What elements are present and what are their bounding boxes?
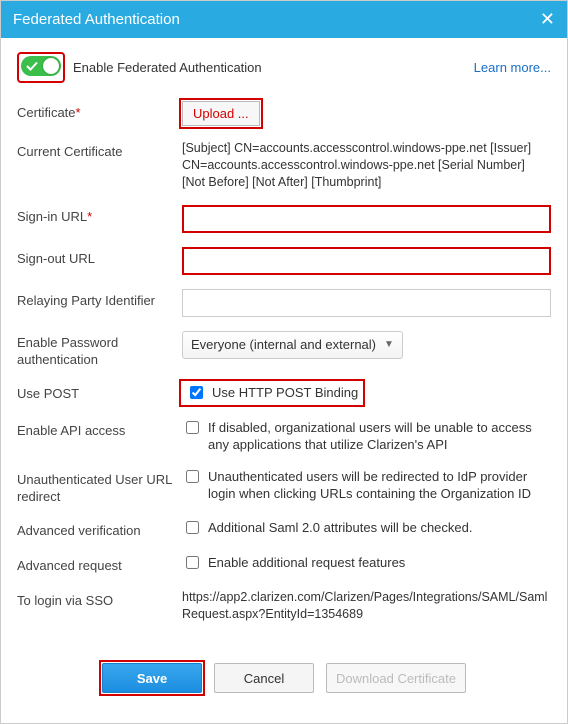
signout-url-input[interactable] [182, 247, 551, 275]
pwd-auth-dropdown[interactable]: Everyone (internal and external) ▼ [182, 331, 403, 359]
federated-auth-dialog: Federated Authentication ✕ Enable Federa… [0, 0, 568, 724]
signin-url-label: Sign-in URL* [17, 205, 182, 226]
sso-login-url: https://app2.clarizen.com/Clarizen/Pages… [182, 589, 551, 623]
use-post-label: Use POST [17, 382, 182, 403]
learn-more-link[interactable]: Learn more... [474, 60, 551, 75]
use-post-check-label: Use HTTP POST Binding [212, 384, 358, 402]
upload-highlight: Upload ... [182, 101, 260, 126]
adv-request-checkbox[interactable] [186, 556, 199, 569]
chevron-down-icon: ▼ [384, 338, 394, 352]
use-post-checkbox[interactable] [190, 386, 203, 399]
signout-url-label: Sign-out URL [17, 247, 182, 268]
adv-request-check-label: Enable additional request features [208, 554, 405, 572]
enable-toggle-highlight [17, 52, 65, 83]
adv-verify-label: Advanced verification [17, 519, 182, 540]
cancel-button[interactable]: Cancel [214, 663, 314, 693]
save-highlight: Save [102, 663, 202, 693]
unauth-redirect-check-label: Unauthenticated users will be redirected… [208, 468, 551, 503]
api-access-checkbox[interactable] [186, 421, 199, 434]
certificate-label: Certificate* [17, 101, 182, 122]
upload-button[interactable]: Upload ... [182, 101, 260, 126]
pwd-auth-label: Enable Password authentication [17, 331, 182, 369]
api-access-check-label: If disabled, organizational users will b… [208, 419, 551, 454]
check-icon [26, 60, 38, 72]
current-cert-label: Current Certificate [17, 140, 182, 161]
current-cert-value: [Subject] CN=accounts.accesscontrol.wind… [182, 140, 551, 191]
enable-toggle-label: Enable Federated Authentication [73, 60, 262, 75]
sso-login-label: To login via SSO [17, 589, 182, 610]
dialog-body: Enable Federated Authentication Learn mo… [1, 38, 567, 723]
use-post-highlight: Use HTTP POST Binding [182, 382, 362, 404]
dialog-titlebar: Federated Authentication ✕ [1, 1, 567, 38]
signin-url-input[interactable] [182, 205, 551, 233]
unauth-redirect-checkbox[interactable] [186, 470, 199, 483]
close-icon[interactable]: ✕ [540, 9, 555, 30]
dialog-title: Federated Authentication [13, 11, 180, 28]
api-access-label: Enable API access [17, 419, 182, 440]
unauth-redirect-label: Unauthenticated User URL redirect [17, 468, 182, 506]
relay-input[interactable] [182, 289, 551, 317]
toggle-knob [43, 58, 59, 74]
adv-verify-check-label: Additional Saml 2.0 attributes will be c… [208, 519, 472, 537]
pwd-auth-selected: Everyone (internal and external) [191, 336, 376, 354]
adv-request-label: Advanced request [17, 554, 182, 575]
relay-label: Relaying Party Identifier [17, 289, 182, 310]
button-bar: Save Cancel Download Certificate [17, 663, 551, 703]
adv-verify-checkbox[interactable] [186, 521, 199, 534]
download-cert-button: Download Certificate [326, 663, 466, 693]
enable-toggle[interactable] [21, 56, 61, 76]
save-button[interactable]: Save [102, 663, 202, 693]
